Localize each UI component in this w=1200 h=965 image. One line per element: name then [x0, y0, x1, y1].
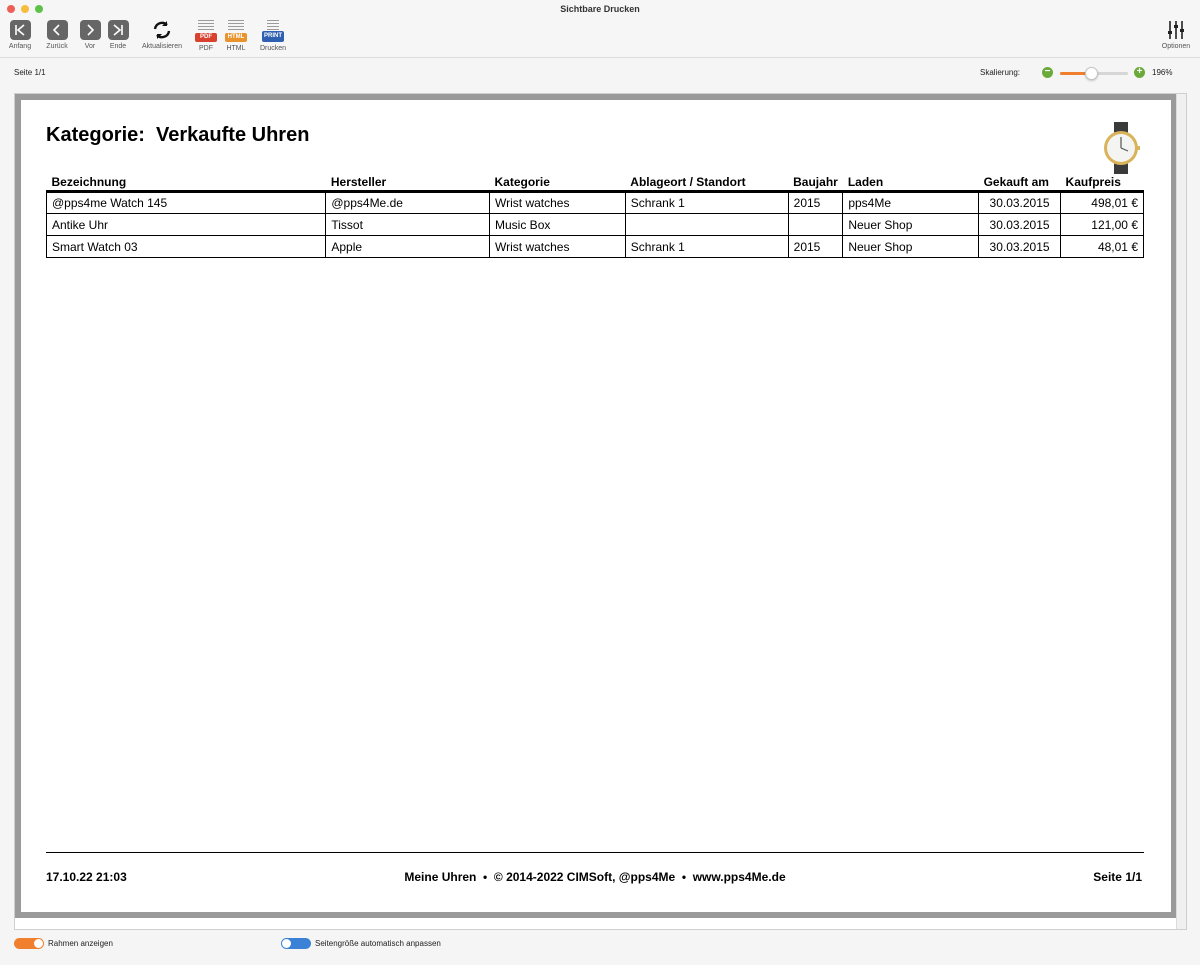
report-title: Kategorie: Verkaufte Uhren [46, 124, 310, 146]
table-cell: Tissot [325, 213, 491, 236]
table-cell: 2015 [787, 191, 844, 214]
print-badge: PRINT [262, 31, 284, 42]
column-header: Hersteller [325, 175, 490, 193]
footer-page-number: Seite 1/1 [1093, 870, 1142, 884]
print-label: Drucken [259, 45, 287, 52]
html-badge: HTML [225, 33, 247, 42]
column-header: Gekauft am [978, 175, 1061, 193]
footer-divider [46, 852, 1144, 853]
frame-toggle[interactable] [14, 938, 44, 949]
table-cell: Wrist watches [489, 235, 626, 258]
table-cell: 30.03.2015 [978, 213, 1062, 236]
table-cell [787, 213, 844, 236]
autosize-toggle[interactable] [281, 938, 311, 949]
chevron-right-icon [79, 20, 101, 40]
table-cell: Smart Watch 03 [45, 235, 327, 258]
autosize-toggle-label: Seitengröße automatisch anpassen [315, 939, 441, 948]
table-cell: Antike Uhr [45, 213, 327, 236]
frame-toggle-label: Rahmen anzeigen [48, 939, 113, 948]
column-header: Kategorie [489, 175, 626, 193]
table-cell [624, 213, 789, 236]
table-cell: @pps4Me.de [325, 191, 491, 214]
last-page-icon [107, 20, 129, 40]
options-button[interactable]: Optionen [1158, 20, 1194, 50]
last-page-button[interactable]: Ende [106, 20, 130, 50]
table-cell: Schrank 1 [624, 191, 789, 214]
previous-page-button[interactable]: Zurück [43, 20, 71, 50]
column-header: Ablageort / Standort [625, 175, 789, 193]
pdf-icon: PDF [195, 20, 217, 42]
options-label: Optionen [1161, 43, 1191, 50]
pdf-badge: PDF [195, 33, 217, 42]
table-cell: 30.03.2015 [978, 191, 1062, 214]
page-indicator: Seite 1/1 [14, 68, 46, 77]
toggle-knob [34, 939, 43, 948]
table-row: @pps4me Watch 145 @pps4Me.de Wrist watch… [45, 191, 1144, 214]
table-cell: 48,01 € [1060, 235, 1144, 258]
sliders-icon [1167, 20, 1185, 40]
printer-icon: PRINT [262, 20, 284, 42]
table-cell: @pps4me Watch 145 [45, 191, 327, 214]
table-cell: Neuer Shop [842, 235, 980, 258]
html-icon: HTML [225, 20, 247, 42]
table-header-row: Bezeichnung Hersteller Kategorie Ablageo… [46, 175, 1144, 193]
zoom-in-button[interactable]: + [1134, 67, 1145, 78]
first-page-button[interactable]: Anfang [7, 20, 33, 50]
report-table: Bezeichnung Hersteller Kategorie Ablageo… [45, 175, 1144, 258]
table-cell: 30.03.2015 [978, 235, 1062, 258]
preview-scroll-view[interactable]: Kategorie: Verkaufte Uhren Bezeichnung H… [14, 93, 1187, 930]
table-cell: Schrank 1 [624, 235, 789, 258]
watch-icon [1101, 122, 1141, 179]
table-cell: Wrist watches [489, 191, 626, 214]
toolbar: Sichtbare Drucken Anfang Zurück Vor Ende [0, 0, 1200, 58]
zoom-slider-knob[interactable] [1084, 67, 1098, 80]
column-header: Bezeichnung [46, 175, 326, 193]
refresh-icon [151, 20, 173, 40]
first-page-label: Anfang [8, 43, 32, 50]
print-preview-window: Sichtbare Drucken Anfang Zurück Vor Ende [0, 0, 1200, 965]
zoom-value: 196% [1152, 68, 1173, 77]
column-header: Baujahr [788, 175, 843, 193]
html-label: HTML [226, 45, 246, 52]
pdf-label: PDF [199, 45, 213, 52]
pdf-export-button[interactable]: PDF PDF [194, 20, 218, 52]
next-page-button[interactable]: Vor [78, 20, 102, 50]
chevron-left-icon [46, 20, 68, 40]
table-cell: Apple [325, 235, 491, 258]
column-header: Laden [842, 175, 979, 193]
refresh-button[interactable]: Aktualisieren [137, 20, 187, 50]
table-row: Antike Uhr Tissot Music Box Neuer Shop 3… [45, 213, 1144, 236]
table-cell: 2015 [787, 235, 844, 258]
first-page-icon [9, 20, 31, 40]
table-cell: Music Box [489, 213, 626, 236]
plus-icon: + [1136, 66, 1143, 77]
print-button[interactable]: PRINT Drucken [257, 20, 289, 52]
column-header: Kaufpreis [1060, 175, 1144, 193]
table-cell: Neuer Shop [842, 213, 980, 236]
previous-page-label: Zurück [46, 43, 68, 50]
vertical-scrollbar[interactable] [1176, 94, 1186, 929]
report-page: Kategorie: Verkaufte Uhren Bezeichnung H… [15, 94, 1177, 918]
table-cell: pps4Me [842, 191, 980, 214]
last-page-label: Ende [109, 43, 127, 50]
refresh-label: Aktualisieren [141, 43, 183, 50]
table-row: Smart Watch 03 Apple Wrist watches Schra… [45, 235, 1144, 258]
scale-label: Skalierung: [980, 68, 1021, 77]
footer-copyright: Meine Uhren • © 2014-2022 CIMSoft, @pps4… [404, 870, 786, 884]
zoom-out-button[interactable]: − [1042, 67, 1053, 78]
next-page-label: Vor [84, 43, 96, 50]
html-export-button[interactable]: HTML HTML [224, 20, 248, 52]
table-cell: 121,00 € [1060, 213, 1144, 236]
window-title: Sichtbare Drucken [560, 4, 640, 14]
minus-icon: − [1044, 66, 1051, 77]
table-cell: 498,01 € [1060, 191, 1144, 214]
toggle-knob [282, 939, 291, 948]
